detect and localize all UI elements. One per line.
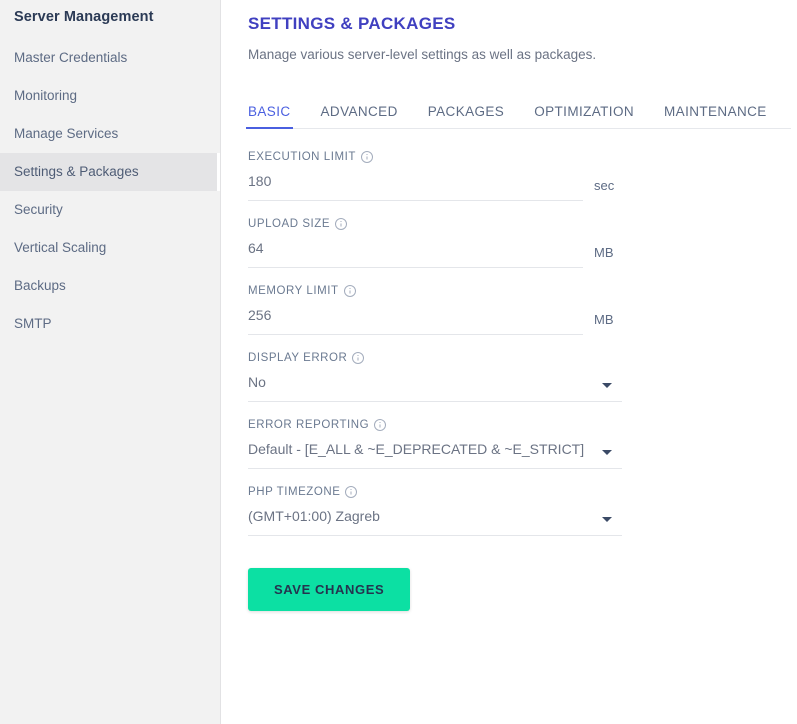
- sidebar-item-security[interactable]: Security: [0, 191, 220, 229]
- sidebar-item-smtp[interactable]: SMTP: [0, 305, 220, 343]
- execution-limit-input-wrap: [248, 173, 583, 201]
- field-memory-limit: MEMORY LIMIT MB: [248, 285, 797, 335]
- display-error-select-wrap[interactable]: No: [248, 374, 622, 402]
- sidebar-item-settings-packages[interactable]: Settings & Packages: [0, 153, 220, 191]
- info-icon[interactable]: [335, 218, 348, 230]
- tab-bar: BASIC ADVANCED PACKAGES OPTIMIZATION MAI…: [246, 93, 791, 129]
- upload-size-label: UPLOAD SIZE: [248, 218, 797, 230]
- error-reporting-label-text: ERROR REPORTING: [248, 419, 370, 431]
- sidebar-title: Server Management: [14, 9, 154, 25]
- info-icon[interactable]: [352, 352, 365, 364]
- error-reporting-value: Default - [E_ALL & ~E_DEPRECATED & ~E_ST…: [248, 441, 585, 457]
- field-php-timezone: PHP TIMEZONE (GMT+01:00) Zagreb: [248, 486, 797, 536]
- page-title: SETTINGS & PACKAGES: [248, 14, 456, 33]
- sidebar-item-vertical-scaling[interactable]: Vertical Scaling: [0, 229, 220, 267]
- info-icon[interactable]: [360, 151, 373, 163]
- display-error-row: No: [248, 374, 797, 402]
- memory-limit-row: MB: [248, 307, 797, 335]
- execution-limit-unit: sec: [594, 178, 615, 193]
- display-error-label-text: DISPLAY ERROR: [248, 352, 348, 364]
- tab-basic[interactable]: BASIC: [246, 104, 293, 129]
- error-reporting-select-wrap[interactable]: Default - [E_ALL & ~E_DEPRECATED & ~E_ST…: [248, 441, 622, 469]
- info-icon[interactable]: [345, 486, 358, 498]
- php-timezone-select-wrap[interactable]: (GMT+01:00) Zagreb: [248, 508, 622, 536]
- upload-size-input[interactable]: [248, 240, 583, 256]
- field-execution-limit: EXECUTION LIMIT sec: [248, 151, 797, 201]
- php-timezone-label: PHP TIMEZONE: [248, 486, 797, 498]
- content-area: SETTINGS & PACKAGES Manage various serve…: [221, 0, 797, 724]
- tab-packages[interactable]: PACKAGES: [428, 104, 504, 128]
- memory-limit-input[interactable]: [248, 307, 583, 323]
- chevron-down-icon[interactable]: [602, 383, 612, 388]
- upload-size-row: MB: [248, 240, 797, 268]
- memory-limit-label-text: MEMORY LIMIT: [248, 285, 339, 297]
- php-timezone-label-text: PHP TIMEZONE: [248, 486, 341, 498]
- upload-size-label-text: UPLOAD SIZE: [248, 218, 331, 230]
- display-error-value: No: [248, 374, 266, 390]
- sidebar-item-manage-services[interactable]: Manage Services: [0, 115, 220, 153]
- execution-limit-input[interactable]: [248, 173, 583, 189]
- settings-form: EXECUTION LIMIT sec UPLOAD SIZE: [248, 151, 797, 611]
- execution-limit-label: EXECUTION LIMIT: [248, 151, 797, 163]
- memory-limit-label: MEMORY LIMIT: [248, 285, 797, 297]
- field-error-reporting: ERROR REPORTING Default - [E_ALL & ~E_DE…: [248, 419, 797, 469]
- sidebar-item-monitoring[interactable]: Monitoring: [0, 77, 220, 115]
- display-error-label: DISPLAY ERROR: [248, 352, 797, 364]
- sidebar-nav: Master Credentials Monitoring Manage Ser…: [0, 39, 220, 343]
- tab-optimization[interactable]: OPTIMIZATION: [534, 104, 634, 128]
- page-subtitle: Manage various server-level settings as …: [248, 47, 597, 62]
- info-icon[interactable]: [374, 419, 387, 431]
- memory-limit-input-wrap: [248, 307, 583, 335]
- field-upload-size: UPLOAD SIZE MB: [248, 218, 797, 268]
- app-root: Server Management Master Credentials Mon…: [0, 0, 797, 724]
- upload-size-input-wrap: [248, 240, 583, 268]
- chevron-down-icon[interactable]: [602, 450, 612, 455]
- sidebar-item-backups[interactable]: Backups: [0, 267, 220, 305]
- chevron-down-icon[interactable]: [602, 517, 612, 522]
- tab-advanced[interactable]: ADVANCED: [321, 104, 398, 128]
- php-timezone-row: (GMT+01:00) Zagreb: [248, 508, 797, 536]
- sidebar-item-master-credentials[interactable]: Master Credentials: [0, 39, 220, 77]
- error-reporting-label: ERROR REPORTING: [248, 419, 797, 431]
- memory-limit-unit: MB: [594, 312, 614, 327]
- execution-limit-row: sec: [248, 173, 797, 201]
- tab-maintenance[interactable]: MAINTENANCE: [664, 104, 767, 128]
- php-timezone-value: (GMT+01:00) Zagreb: [248, 508, 380, 524]
- error-reporting-row: Default - [E_ALL & ~E_DEPRECATED & ~E_ST…: [248, 441, 797, 469]
- save-changes-button[interactable]: SAVE CHANGES: [248, 568, 411, 611]
- sidebar: Server Management Master Credentials Mon…: [0, 0, 221, 724]
- execution-limit-label-text: EXECUTION LIMIT: [248, 151, 356, 163]
- field-display-error: DISPLAY ERROR No: [248, 352, 797, 402]
- upload-size-unit: MB: [594, 245, 614, 260]
- info-icon[interactable]: [343, 285, 356, 297]
